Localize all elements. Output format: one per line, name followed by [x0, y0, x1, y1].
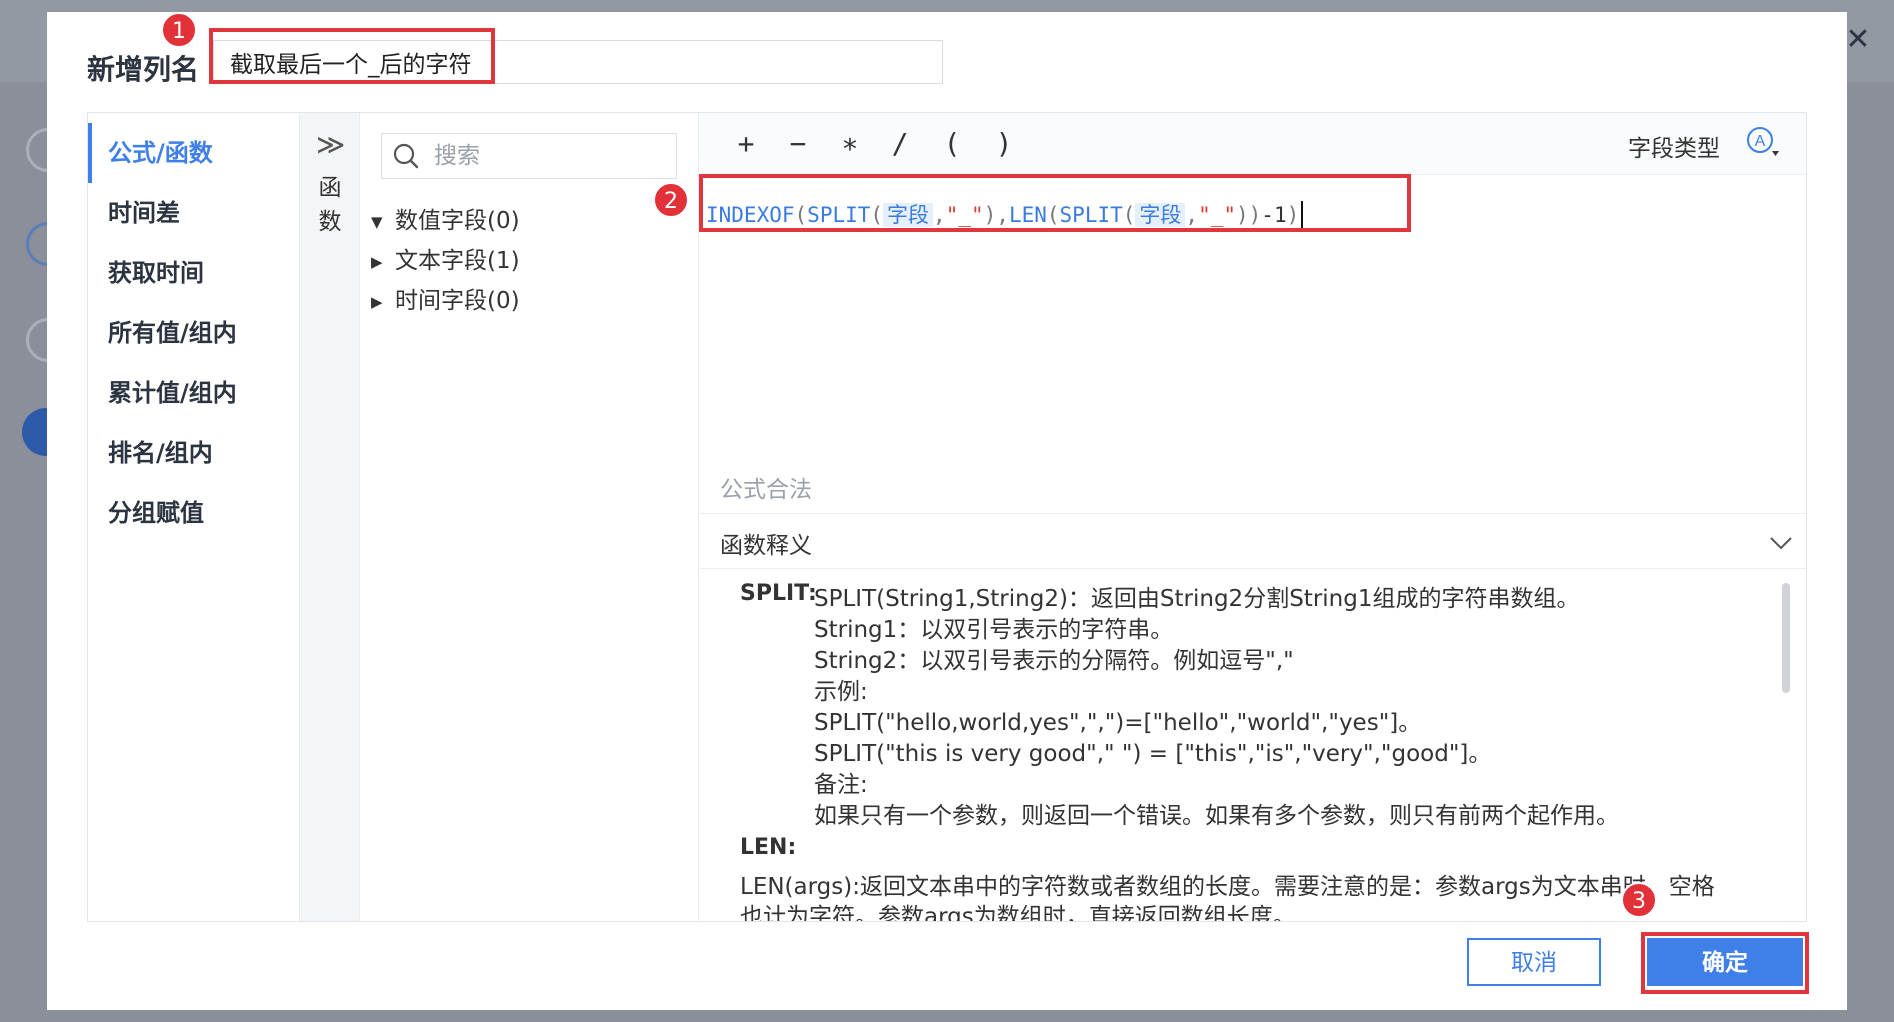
caret-right-icon: ▶ [371, 292, 383, 311]
field-group-label: 文本字段(1) [395, 248, 520, 274]
field-type-label: 字段类型 [1628, 136, 1720, 162]
explanation-line: 示例: [814, 679, 868, 705]
len-function-name: LEN: [740, 835, 797, 860]
function-toggle-label-line: 数 [318, 209, 342, 235]
explanation-line: SPLIT(String1,String2)：返回由String2分割Strin… [814, 586, 1580, 612]
formula-editor: + − ∗ / ( ) 字段类型 A INDEXOF(SPLIT(字段 ,"_")… [700, 113, 1806, 921]
new-column-dialog: 新增列名 公式/函数 时间差 获取时间 所有值/组内 累计值/组内 排名/组内 … [47, 12, 1847, 1010]
explanation-line: 备注: [814, 772, 868, 798]
nav-item-time-diff[interactable]: 时间差 [88, 183, 300, 243]
caret-down-icon: ▼ [371, 212, 383, 231]
divide-operator-button[interactable]: / [882, 127, 918, 161]
explanation-line: String1：以双引号表示的字符串。 [814, 617, 1174, 643]
field-search[interactable] [381, 133, 677, 179]
function-toggle-label: 函 数 [316, 171, 344, 239]
search-input[interactable] [434, 140, 664, 172]
double-chevron-right-icon[interactable]: ≫ [316, 131, 345, 159]
multiply-operator-button[interactable]: ∗ [832, 127, 868, 161]
nav-item-rank-group[interactable]: 排名/组内 [88, 423, 300, 483]
split-function-name: SPLIT: [740, 581, 817, 606]
field-type-a-icon[interactable]: A [1746, 125, 1780, 159]
explanation-line: String2：以双引号表示的分隔符。例如逗号"," [814, 648, 1294, 674]
scrollbar-thumb[interactable] [1782, 583, 1790, 693]
formula-panel: 公式/函数 时间差 获取时间 所有值/组内 累计值/组内 排名/组内 分组赋值 … [87, 112, 1807, 922]
highlight-box [209, 28, 495, 84]
nav-item-get-time[interactable]: 获取时间 [88, 243, 300, 303]
explanation-line: LEN(args):返回文本串中的字符数或者数组的长度。需要注意的是：参数arg… [740, 874, 1715, 900]
function-explanation-header[interactable]: 函数释义 [700, 513, 1806, 569]
function-collapse-toggle[interactable]: ≫ 函 数 [300, 113, 360, 921]
highlight-box [699, 174, 1411, 232]
function-explanation-body: SPLIT: SPLIT(String1,String2)：返回由String2… [700, 569, 1806, 921]
explanation-line: 如果只有一个参数，则返回一个错误。如果有多个参数，则只有前两个起作用。 [814, 803, 1619, 829]
caret-right-icon: ▶ [371, 252, 383, 271]
function-explanation-title: 函数释义 [720, 533, 812, 559]
plus-operator-button[interactable]: + [728, 127, 764, 161]
step-badge: 2 [653, 182, 689, 218]
close-paren-button[interactable]: ) [986, 127, 1022, 161]
field-list: ▼ 数值字段(0) ▶ 文本字段(1) ▶ 时间字段(0) [361, 113, 699, 921]
step-badge: 1 [161, 12, 197, 48]
field-group-label: 数值字段(0) [395, 208, 520, 234]
function-toggle-label-line: 函 [318, 175, 342, 201]
field-group-text[interactable]: ▶ 文本字段(1) [371, 241, 520, 281]
field-group-label: 时间字段(0) [395, 288, 520, 314]
search-icon [393, 143, 419, 169]
highlight-box [1641, 932, 1809, 994]
chevron-down-icon[interactable] [1768, 530, 1794, 556]
explanation-line: SPLIT("hello,world,yes",",")=["hello","w… [814, 710, 1422, 736]
formula-validity-status: 公式合法 [720, 477, 812, 503]
minus-operator-button[interactable]: − [780, 127, 816, 161]
dialog-title: 新增列名 [87, 53, 200, 86]
nav-item-formula-function[interactable]: 公式/函数 [88, 123, 300, 183]
open-paren-button[interactable]: ( [934, 127, 970, 161]
explanation-line: 也计为字符。参数args为数组时，直接返回数组长度。 [740, 904, 1296, 921]
operator-toolbar: + − ∗ / ( ) 字段类型 A [700, 113, 1806, 175]
nav-item-all-values-group[interactable]: 所有值/组内 [88, 303, 300, 363]
explanation-line: SPLIT("this is very good"," ") = ["this"… [814, 741, 1492, 767]
field-group-numeric[interactable]: ▼ 数值字段(0) [371, 201, 520, 241]
cancel-button[interactable]: 取消 [1467, 938, 1601, 986]
svg-text:A: A [1755, 133, 1766, 150]
nav-item-group-assign[interactable]: 分组赋值 [88, 483, 300, 543]
step-badge: 3 [1621, 882, 1657, 918]
function-category-nav: 公式/函数 时间差 获取时间 所有值/组内 累计值/组内 排名/组内 分组赋值 [88, 113, 300, 921]
field-group-time[interactable]: ▶ 时间字段(0) [371, 281, 520, 321]
nav-item-cumulative-group[interactable]: 累计值/组内 [88, 363, 300, 423]
